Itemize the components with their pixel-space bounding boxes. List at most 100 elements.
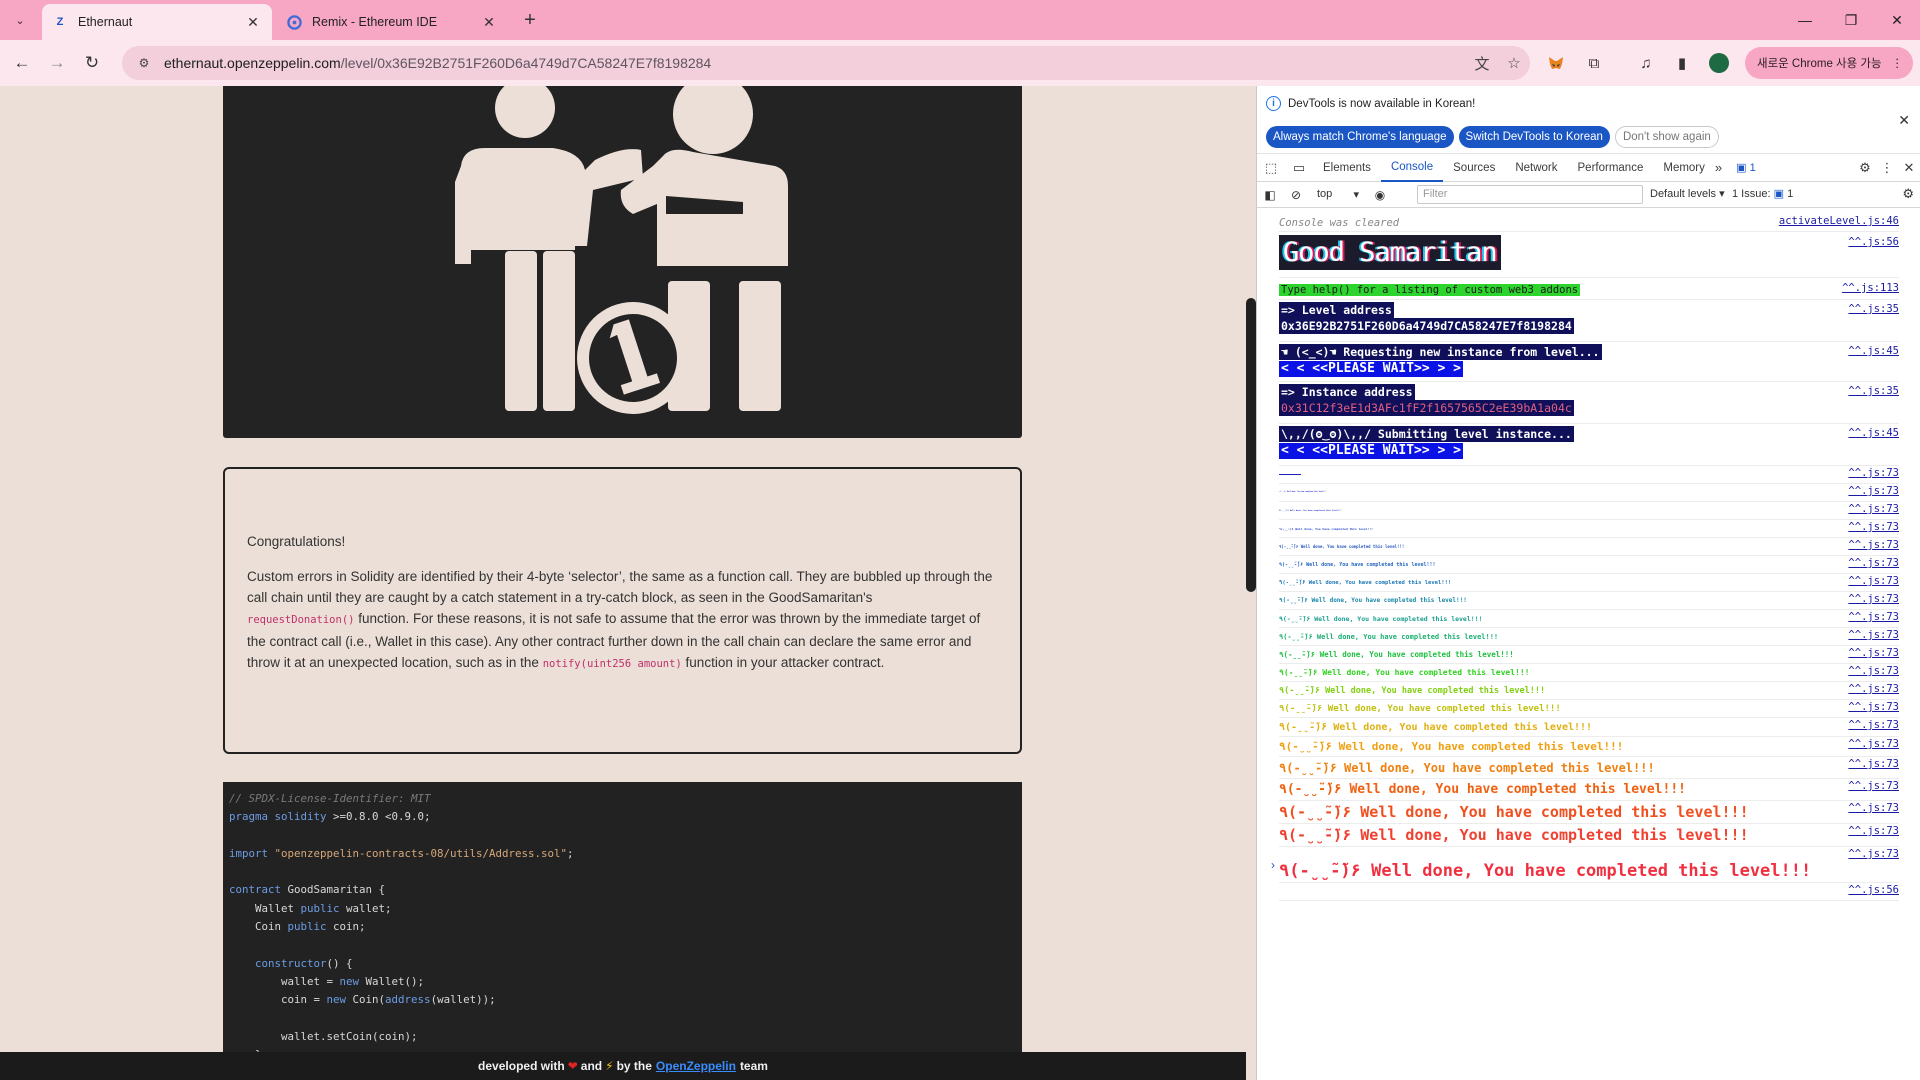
source-link[interactable]: ^^.js:73 [1848, 665, 1899, 677]
issue-counter[interactable]: 1 Issue: ▣ 1 [1732, 187, 1793, 200]
close-window-icon[interactable]: ✕ [1874, 0, 1920, 40]
clear-console-icon[interactable]: ⊘ [1283, 188, 1309, 202]
context-selector[interactable]: top ▾ [1317, 188, 1363, 201]
more-options-icon[interactable]: ⋮ [1876, 160, 1898, 176]
tab-network[interactable]: Network [1505, 154, 1567, 182]
forward-button[interactable]: → [45, 51, 69, 75]
source-link[interactable]: ^^.js:45 [1848, 345, 1899, 357]
sidebar-toggle-icon[interactable]: ◧ [1257, 188, 1283, 202]
back-button[interactable]: ← [10, 51, 34, 75]
console-filter-input[interactable]: Filter [1417, 185, 1643, 204]
source-link[interactable]: ^^.js:73 [1848, 647, 1899, 659]
source-link[interactable]: ^^.js:73 [1848, 683, 1899, 695]
translate-icon[interactable]: 文 [1466, 53, 1498, 74]
source-link[interactable]: ^^.js:73 [1848, 802, 1899, 814]
devtools-panel: i DevTools is now available in Korean! A… [1256, 86, 1920, 1080]
code-line: coin = new Coin(address(wallet)); [229, 991, 1016, 1009]
description-part-1: Custom errors in Solidity are identified… [247, 569, 993, 605]
url-host: ethernaut.openzeppelin.com [164, 55, 341, 71]
console-settings-icon[interactable]: ⚙ [1902, 186, 1914, 202]
console-cleared-text: Console was cleared [1279, 217, 1400, 229]
source-link[interactable]: ^^.js:113 [1842, 282, 1899, 294]
side-panel-icon[interactable]: ▮ [1670, 51, 1694, 75]
media-controls-icon[interactable]: ♫ [1634, 51, 1658, 75]
profile-avatar[interactable] [1709, 53, 1729, 73]
source-link[interactable]: ^^.js:73 [1848, 825, 1899, 837]
close-infobar-icon[interactable]: ✕ [1898, 112, 1910, 129]
code-line: // SPDX-License-Identifier: MIT [229, 790, 1016, 808]
code-keyword: new [339, 974, 360, 988]
source-link[interactable]: ^^.js:73 [1848, 758, 1899, 770]
source-link[interactable]: ^^.js:73 [1848, 485, 1899, 497]
reload-icon: ↻ [84, 53, 100, 72]
log-levels-dropdown[interactable]: Default levels ▾ [1650, 187, 1725, 200]
metamask-extension-icon[interactable] [1544, 51, 1568, 75]
instance-address-label: => Instance address [1279, 384, 1415, 400]
source-link[interactable]: ^^.js:35 [1848, 303, 1899, 315]
source-link[interactable]: ^^.js:73 [1848, 575, 1899, 587]
levels-label: Default levels [1650, 188, 1717, 200]
console-prompt-icon[interactable]: › [1271, 858, 1275, 872]
more-tabs-icon[interactable]: » [1715, 160, 1722, 175]
source-link[interactable]: ^^.js:73 [1848, 467, 1899, 479]
minimize-icon[interactable]: — [1782, 0, 1828, 40]
settings-gear-icon[interactable]: ⚙ [1854, 160, 1876, 176]
page-scrollbar[interactable] [1246, 298, 1256, 592]
live-expression-eye-icon[interactable]: ◉ [1367, 188, 1393, 202]
address-bar[interactable]: ⚙ ethernaut.openzeppelin.com/level/0x36E… [122, 46, 1530, 80]
source-link[interactable]: ^^.js:73 [1848, 557, 1899, 569]
source-link[interactable]: ^^.js:56 [1848, 884, 1899, 896]
switch-korean-button[interactable]: Switch DevTools to Korean [1458, 126, 1610, 148]
tab-ethernaut[interactable]: Z Ethernaut ✕ [42, 4, 272, 40]
new-tab-button[interactable]: + [518, 9, 542, 33]
close-devtools-icon[interactable]: ✕ [1898, 160, 1920, 176]
match-language-button[interactable]: Always match Chrome's language [1266, 126, 1454, 148]
tab-elements[interactable]: Elements [1313, 154, 1381, 182]
source-link[interactable]: ^^.js:73 [1848, 539, 1899, 551]
device-toolbar-icon[interactable]: ▭ [1285, 160, 1313, 176]
source-link[interactable]: ^^.js:73 [1848, 629, 1899, 641]
bookmark-star-icon[interactable]: ☆ [1498, 54, 1530, 72]
please-wait-text: < < <<PLEASE WAIT>> > > [1279, 361, 1464, 377]
url-text[interactable]: ethernaut.openzeppelin.com/level/0x36E92… [158, 55, 1466, 71]
code-line: pragma solidity >=0.8.0 <0.9.0; [229, 808, 1016, 826]
close-tab-icon[interactable]: ✕ [480, 14, 498, 31]
source-link[interactable]: ^^.js:73 [1848, 611, 1899, 623]
source-link[interactable]: ^^.js:73 [1848, 503, 1899, 515]
tab-memory[interactable]: Memory [1653, 154, 1715, 182]
tab-performance[interactable]: Performance [1568, 154, 1654, 182]
source-link[interactable]: ^^.js:73 [1848, 719, 1899, 731]
tab-remix[interactable]: Remix - Ethereum IDE ✕ [276, 4, 508, 40]
source-link[interactable]: activateLevel.js:46 [1779, 215, 1899, 227]
source-link[interactable]: ^^.js:73 [1848, 701, 1899, 713]
arrow-left-icon: ← [13, 53, 31, 72]
source-link[interactable]: ^^.js:56 [1848, 236, 1899, 248]
source-link[interactable]: ^^.js:45 [1848, 427, 1899, 439]
source-link[interactable]: ^^.js:73 [1848, 780, 1899, 792]
code-text: Wallet(); [359, 974, 425, 988]
restore-icon[interactable]: ❐ [1828, 0, 1874, 40]
chrome-update-button[interactable]: 새로운 Chrome 사용 가능 ⋮ [1745, 47, 1913, 79]
dont-show-again-button[interactable]: Don't show again [1614, 126, 1719, 148]
issues-badge[interactable]: ▣ 1 [1736, 161, 1756, 174]
source-link[interactable]: ^^.js:73 [1848, 521, 1899, 533]
well-done-text: ٩(-̮̮̃-̃)۶ Well done, You have completed… [1279, 761, 1655, 775]
source-link[interactable]: ^^.js:73 [1848, 738, 1899, 750]
source-link[interactable]: ^^.js:73 [1848, 593, 1899, 605]
source-link[interactable]: ^^.js:35 [1848, 385, 1899, 397]
extensions-puzzle-icon[interactable]: ⧉ [1582, 51, 1606, 75]
tab-sources[interactable]: Sources [1443, 154, 1505, 182]
level-banner: Good Samaritan [1279, 235, 1501, 270]
reload-button[interactable]: ↻ [80, 51, 104, 75]
openzeppelin-link[interactable]: OpenZeppelin [656, 1059, 736, 1073]
tab-search-button[interactable]: ⌄ [8, 8, 32, 32]
help-hint: Type help() for a listing of custom web3… [1279, 284, 1581, 296]
description-part-3: function in your attacker contract. [685, 655, 885, 670]
tab-console[interactable]: Console [1380, 154, 1444, 182]
source-link[interactable]: ^^.js:73 [1848, 848, 1899, 860]
close-tab-icon[interactable]: ✕ [244, 14, 262, 31]
inspect-element-icon[interactable]: ⬚ [1257, 160, 1285, 176]
browser-toolbar: ← → ↻ ⚙ ethernaut.openzeppelin.com/level… [0, 40, 1920, 86]
site-info-icon[interactable]: ⚙ [130, 56, 158, 70]
